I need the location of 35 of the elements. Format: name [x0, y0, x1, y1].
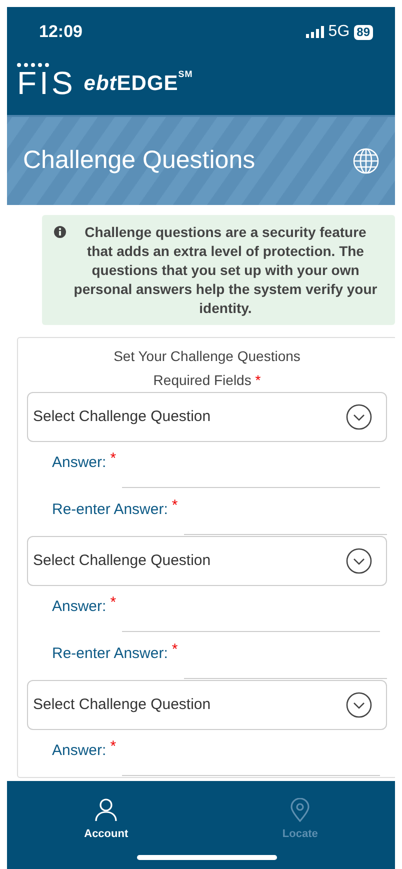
question-select[interactable]: Select Challenge Question	[27, 536, 387, 586]
required-mark: *	[172, 496, 178, 516]
required-mark: *	[255, 372, 261, 388]
logo: FIS	[17, 67, 76, 99]
question-select[interactable]: Select Challenge Question	[27, 392, 387, 442]
chevron-down-icon	[346, 692, 372, 718]
globe-icon[interactable]	[353, 148, 379, 174]
battery-level: 89	[354, 24, 373, 40]
field-label: Re-enter Answer:	[52, 500, 168, 520]
field-label: Answer:	[52, 453, 106, 474]
question-select[interactable]: Select Challenge Question	[27, 680, 387, 730]
field-label: Answer:	[52, 597, 106, 618]
required-label: Required Fields	[153, 372, 252, 388]
signal-icon	[306, 26, 324, 38]
field-label: Re-enter Answer:	[52, 644, 168, 664]
info-text: Challenge questions are a security feature that adds an extra level of protection. The questions that you set up with your own personal answers help the system verify your identity.	[72, 223, 378, 318]
person-icon	[94, 798, 118, 822]
page-title: Challenge Questions	[23, 145, 256, 176]
location-pin-icon	[290, 798, 310, 822]
chevron-down-icon	[346, 548, 372, 574]
nav-tab[interactable]: Account	[78, 797, 134, 844]
service-mark: SM	[178, 70, 193, 78]
network-label: 5G	[328, 22, 350, 42]
required-mark: *	[110, 449, 116, 470]
dots-icon	[17, 63, 51, 67]
required-mark: *	[110, 737, 116, 758]
field-label: Answer:	[52, 741, 106, 762]
required-mark: *	[172, 640, 178, 660]
chevron-down-icon	[346, 404, 372, 430]
brand-name: EDGE	[116, 70, 178, 96]
status-time: 12:09	[39, 21, 82, 44]
info-icon	[54, 226, 66, 238]
brand-prefix: ebt	[84, 70, 117, 96]
form-title: Set Your Challenge Questions	[112, 347, 302, 366]
required-mark: *	[110, 593, 116, 614]
